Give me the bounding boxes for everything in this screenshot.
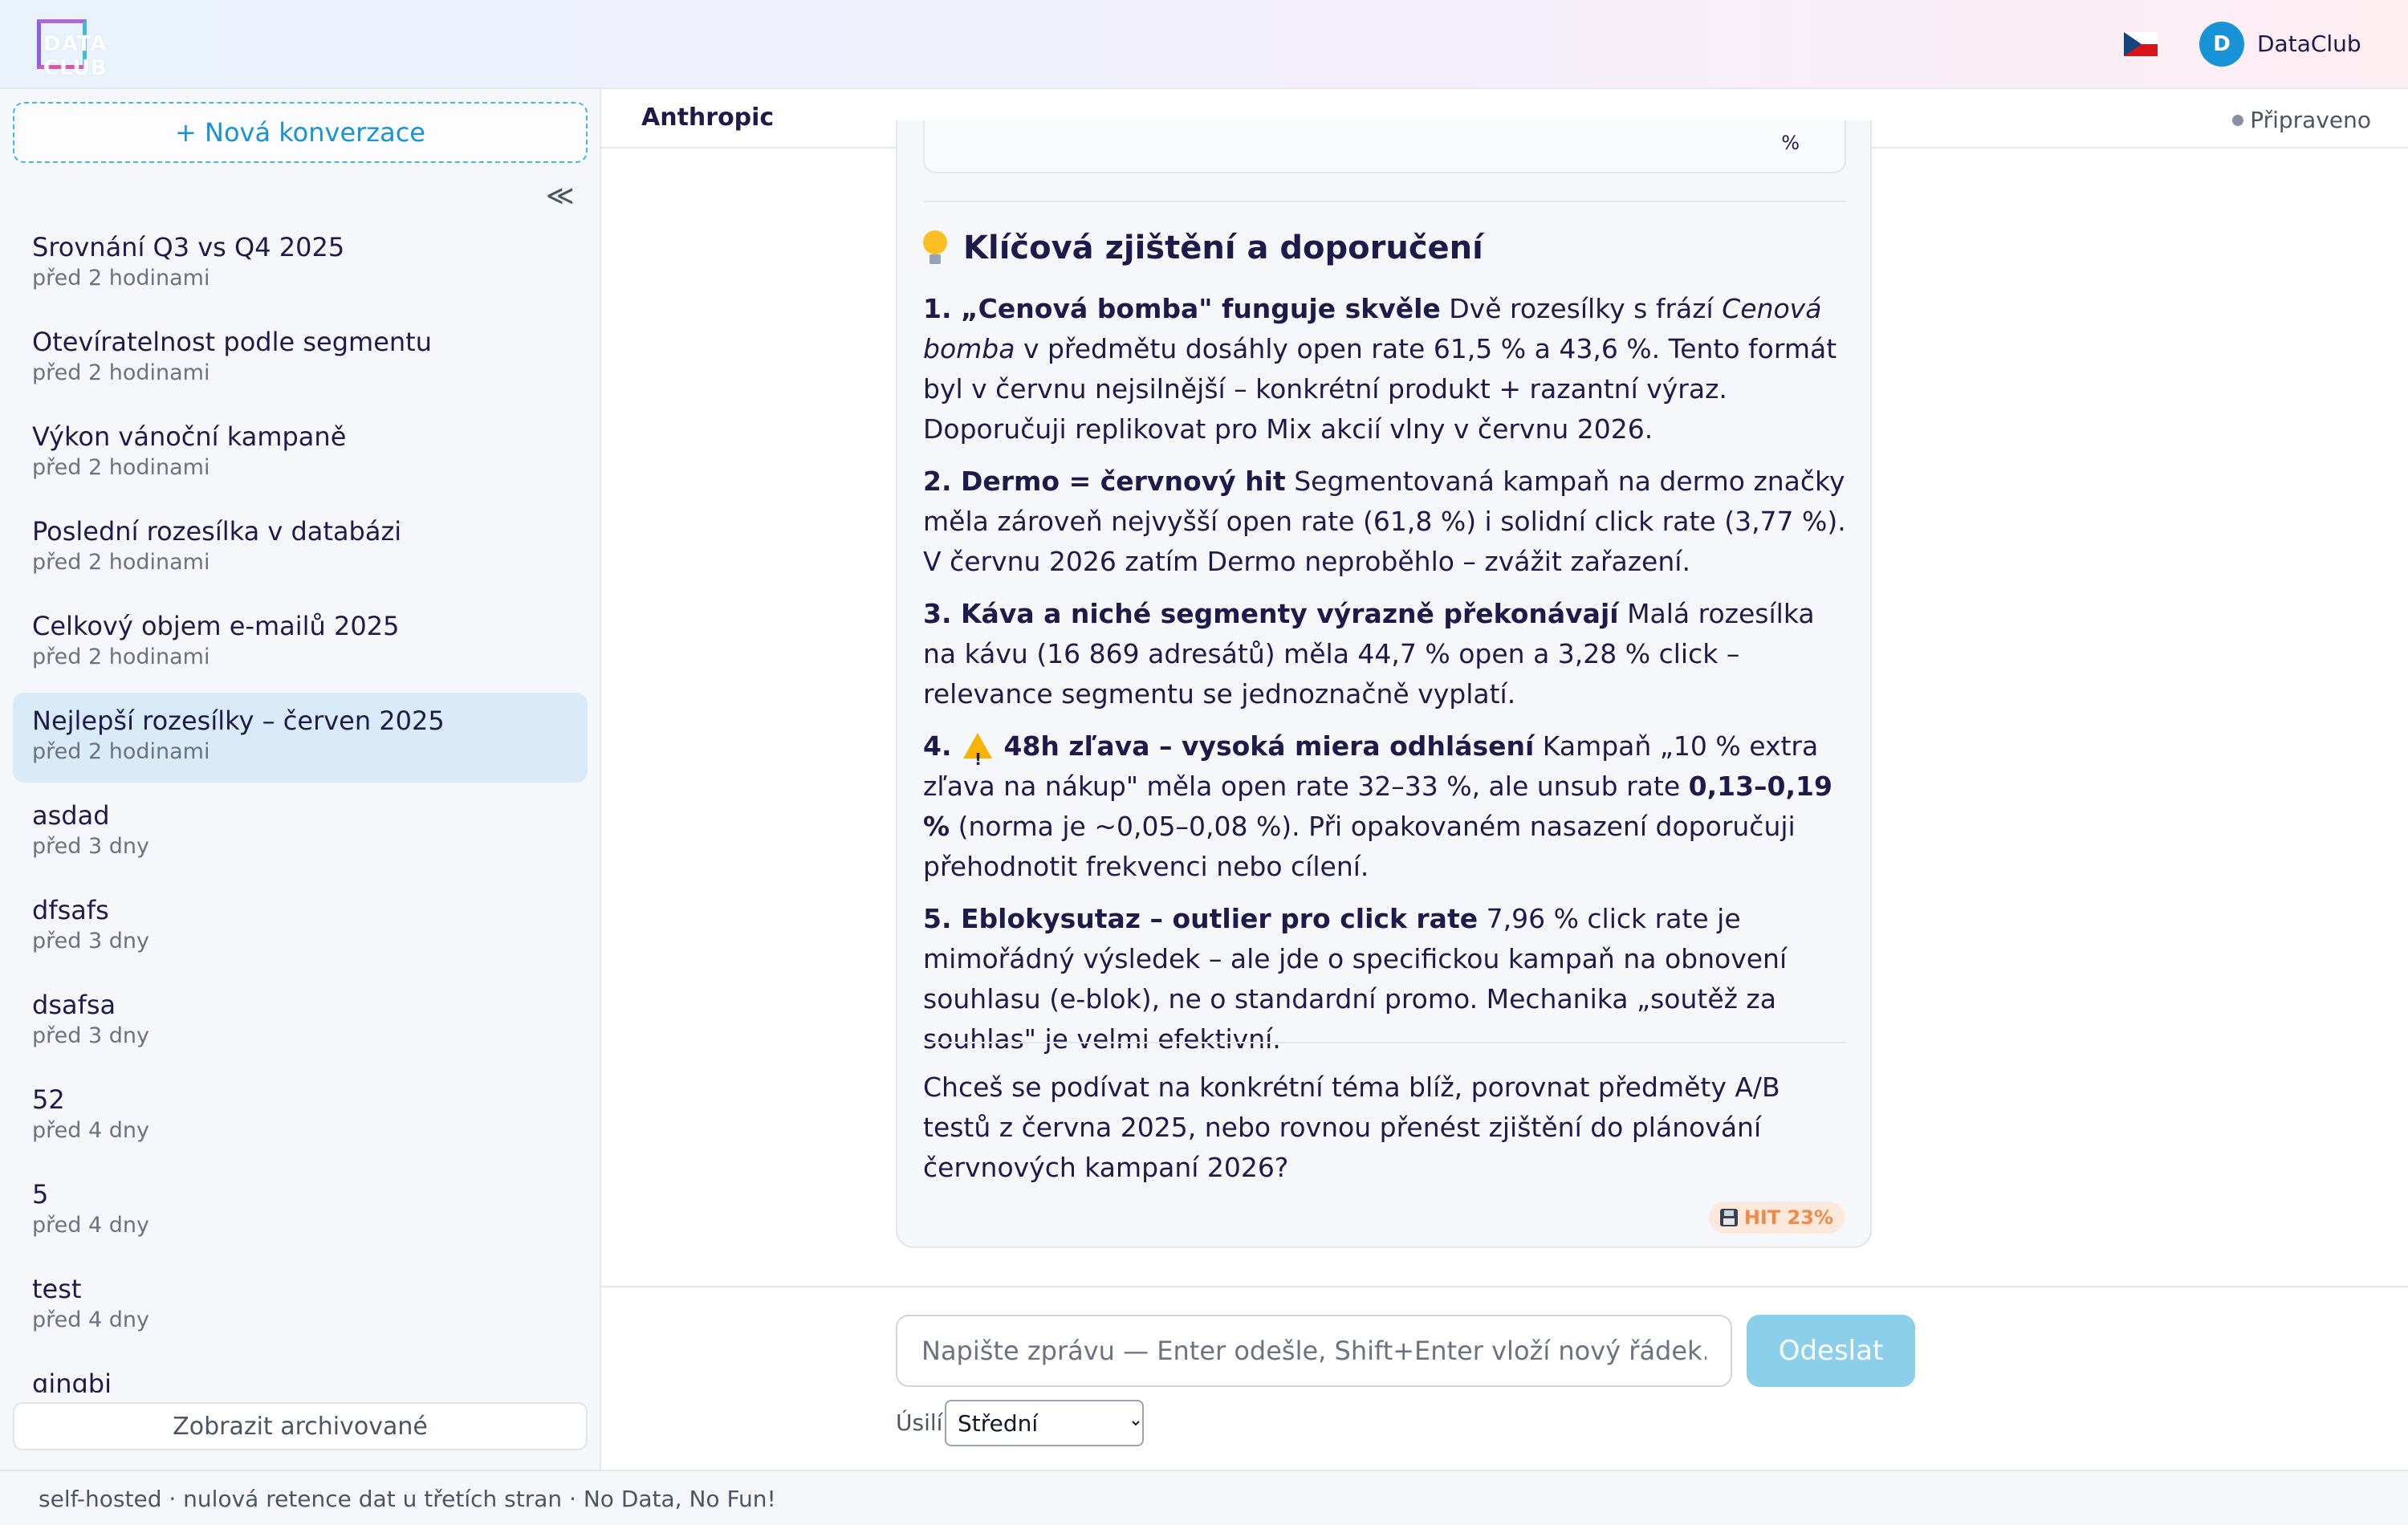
conversation-title: 52 (32, 1084, 65, 1115)
conversation-title: test (32, 1274, 82, 1304)
conversation-title: Celkový objem e-mailů 2025 (32, 611, 400, 641)
new-conversation-button[interactable]: + Nová konverzace (13, 102, 588, 163)
section-title-text: Klíčová zjištění a doporučení (963, 230, 1483, 266)
finding-1: 1. „Cenová bomba" funguje skvěle Dvě roz… (923, 293, 1837, 445)
conversation-title: Výkon vánoční kampaně (32, 421, 347, 452)
conversation-item[interactable]: Srovnání Q3 vs Q4 2025 před 2 hodinami (13, 219, 588, 309)
show-archived-button[interactable]: Zobrazit archivované (13, 1402, 588, 1450)
assistant-message: % Klíčová zjištění a doporučení 1. „Ceno… (896, 120, 1872, 1248)
conversation-item[interactable]: asdad před 3 dny (13, 787, 588, 877)
status-dot-icon (2232, 114, 2244, 126)
status-indicator: Připraveno (2232, 107, 2371, 133)
floppy-disk-icon (1719, 1209, 1738, 1226)
conversation-time: před 2 hodinami (32, 360, 210, 385)
conversation-time: před 2 hodinami (32, 455, 210, 480)
divider (923, 201, 1846, 202)
table-fragment: % (1781, 132, 1800, 154)
finding-3: 3. Káva a niché segmenty výrazně překoná… (923, 598, 1815, 710)
conversation-time: před 3 dny (32, 929, 149, 954)
archived-footer: Zobrazit archivované (0, 1393, 600, 1470)
footer: self-hosted · nulová retence dat u třetí… (0, 1470, 2408, 1525)
user-name[interactable]: DataClub (2257, 31, 2361, 57)
conversation-title: dsafsa (32, 990, 116, 1020)
finding-2: 2. Dermo = červnový hit Segmentovaná kam… (923, 466, 1846, 577)
light-bulb-icon (923, 230, 947, 266)
warning-icon: ! (963, 733, 992, 769)
conversation-item[interactable]: Otevíratelnost podle segmentu před 2 hodi… (13, 314, 588, 404)
status-label: Připraveno (2250, 107, 2371, 133)
conversation-title: Poslední rozesílka v databázi (32, 516, 402, 547)
logo[interactable]: DATA CLUB (37, 19, 165, 80)
conversation-title: Srovnání Q3 vs Q4 2025 (32, 232, 345, 262)
conversation-time: před 4 dny (32, 1213, 149, 1238)
conversation-title: asdad (32, 800, 110, 831)
conversation-time: před 2 hodinami (32, 550, 210, 575)
avatar[interactable]: D (2199, 22, 2244, 67)
conversation-time: před 4 dny (32, 1118, 149, 1143)
conversation-list: Srovnání Q3 vs Q4 2025 před 2 hodinami Ote… (13, 219, 588, 1450)
message-input[interactable] (896, 1315, 1732, 1387)
provider-name: Anthropic (641, 104, 775, 132)
conversation-title: Nejlepší rozesílky – červen 2025 (32, 706, 445, 736)
footer-text: self-hosted · nulová retence dat u třetí… (39, 1486, 776, 1512)
conversation-time: před 3 dny (32, 1023, 149, 1048)
send-button[interactable]: Odeslat (1747, 1315, 1915, 1387)
conversation-item[interactable]: test před 4 dny (13, 1261, 588, 1351)
logo-text: DATA CLUB (43, 32, 108, 80)
previous-table-bottom: % (923, 120, 1846, 173)
czech-flag-icon[interactable] (2124, 32, 2158, 56)
collapse-sidebar-icon[interactable]: ≪ (546, 182, 575, 209)
section-heading: Klíčová zjištění a doporučení (923, 230, 1483, 266)
conversation-title: 5 (32, 1179, 49, 1210)
conversation-time: před 2 hodinami (32, 739, 210, 764)
closing-question: Chceš se podívat na konkrétní téma blíž,… (923, 1072, 1780, 1183)
conversation-item[interactable]: 5 před 4 dny (13, 1166, 588, 1256)
conversation-item[interactable]: 52 před 4 dny (13, 1072, 588, 1161)
conversation-time: před 4 dny (32, 1307, 149, 1332)
conversation-item[interactable]: dfsafs před 3 dny (13, 882, 588, 972)
sidebar: + Nová konverzace ≪ Srovnání Q3 vs Q4 20… (0, 89, 601, 1470)
divider (923, 1042, 1846, 1043)
conversation-item[interactable]: Celkový objem e-mailů 2025 před 2 hodinam… (13, 598, 588, 688)
conversation-title: Otevíratelnost podle segmentu (32, 327, 432, 357)
effort-select[interactable]: Střední (945, 1400, 1144, 1446)
conversation-item[interactable]: Výkon vánoční kampaně před 2 hodinami (13, 409, 588, 498)
top-header: DATA CLUB D DataClub (0, 0, 2408, 89)
effort-label: Úsilí (896, 1409, 943, 1436)
conversation-time: před 2 hodinami (32, 645, 210, 669)
conversation-item[interactable]: dsafsa před 3 dny (13, 977, 588, 1067)
conversation-item[interactable]: Nejlepší rozesílky – červen 2025 před 2 h… (13, 693, 588, 783)
composer: Odeslat Úsilí Střední (601, 1286, 2408, 1470)
finding-5: 5. Eblokysutaz – outlier pro click rate … (923, 903, 1788, 1055)
finding-4: 4. ! 48h zľava – vysoká miera odhlásení … (923, 730, 1832, 882)
conversation-time: před 3 dny (32, 834, 149, 859)
conversation-title: dfsafs (32, 895, 109, 925)
conversation-item[interactable]: Poslední rozesílka v databázi před 2 hodi… (13, 503, 588, 593)
conversation-time: před 2 hodinami (32, 266, 210, 291)
cache-hit-badge: HIT 23% (1708, 1202, 1845, 1234)
